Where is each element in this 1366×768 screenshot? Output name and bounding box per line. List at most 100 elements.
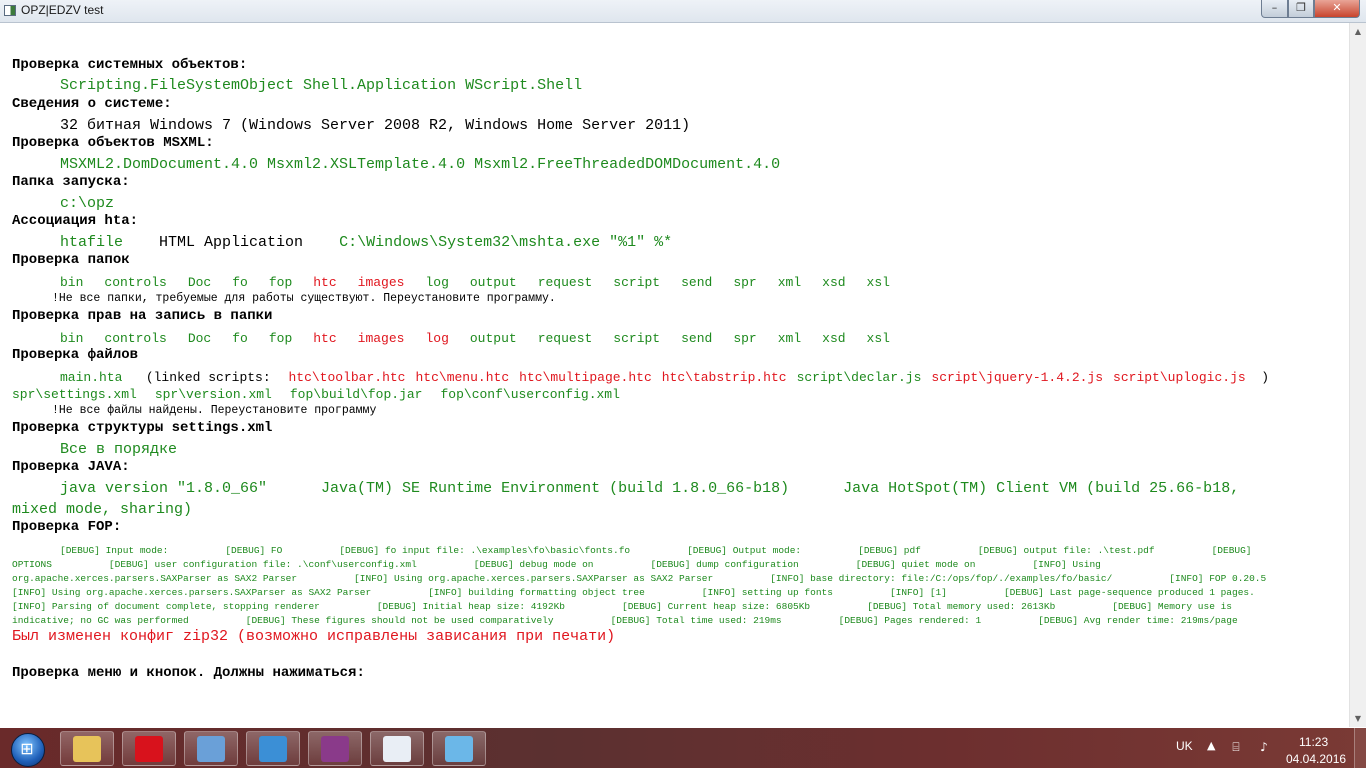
java-line-1: java version "1.8.0_66" Java(TM) SE Runt… [60, 480, 1240, 497]
other-files-list: spr\settings.xml spr\version.xml fop\build… [12, 387, 638, 402]
clock-date[interactable]: 04.04.2016 [1286, 752, 1346, 766]
language-indicator[interactable]: UK [1176, 739, 1193, 753]
checked-file: spr\version.xml [154, 387, 272, 402]
fop-log-line: OPTIONS [DEBUG] user configuration file:… [12, 559, 1101, 570]
close-button[interactable]: ✕ [1314, 0, 1360, 18]
folder-item: Doc [187, 275, 212, 290]
taskbar-button[interactable] [308, 731, 362, 766]
taskbar-button[interactable] [60, 731, 114, 766]
folder-item: xsl [866, 275, 890, 290]
taskbar-button[interactable] [432, 731, 486, 766]
fop-log-line: [DEBUG] Input mode: [DEBUG] FO [DEBUG] f… [60, 545, 1252, 556]
linked-script-file: script\declar.js [796, 370, 922, 385]
hta-desc: HTML Application [159, 234, 304, 251]
network-icon[interactable]: ⌸ [1229, 740, 1243, 754]
write-right-item: request [537, 331, 593, 346]
show-hidden-icons-icon[interactable]: ▲ [1207, 739, 1215, 752]
heading-fop: Проверка FOP: [12, 519, 122, 535]
winrar-icon [321, 736, 349, 762]
start-button[interactable]: ⊞ [3, 731, 51, 767]
folder-item: images [357, 275, 405, 290]
write-right-item: fo [232, 331, 248, 346]
write-right-item: log [425, 331, 449, 346]
folder-item: spr [733, 275, 757, 290]
write-right-item: images [357, 331, 405, 346]
minimize-button[interactable]: – [1261, 0, 1288, 18]
checked-file: fop\build\fop.jar [289, 387, 423, 402]
folder-item: send [681, 275, 713, 290]
heading-menu-check: Проверка меню и кнопок. Должны нажиматьс… [12, 665, 365, 681]
files-warning: !Не все файлы найдены. Переустановите пр… [52, 404, 377, 417]
fop-log-line: [INFO] Parsing of document complete, sto… [12, 601, 1232, 612]
window-title-bar[interactable]: OPZ|EDZV test – ❐ ✕ [0, 0, 1366, 23]
taskbar-button[interactable] [246, 731, 300, 766]
volume-icon[interactable]: ♪ [1257, 740, 1271, 754]
folders-list: bin controls Doc fo fop htc images log output req… [60, 275, 911, 290]
write-right-item: Doc [187, 331, 212, 346]
window-title: OPZ|EDZV test [21, 3, 104, 17]
heading-write-rights: Проверка прав на запись в папки [12, 308, 273, 324]
linked-scripts-close: ) [1261, 370, 1270, 385]
folder-item: xml [777, 275, 802, 290]
system-tools-icon [197, 736, 225, 762]
folders-warning: !Не все папки, требуемые для работы суще… [52, 292, 556, 305]
settings-value: Все в порядке [60, 441, 178, 458]
scroll-down-icon[interactable]: ▼ [1350, 710, 1366, 727]
folder-item: output [469, 275, 517, 290]
write-right-item: xml [777, 331, 802, 346]
heading-folders: Проверка папок [12, 252, 130, 268]
maximize-button[interactable]: ❐ [1288, 0, 1314, 18]
windows-flag-icon: ⊞ [20, 739, 34, 758]
vertical-scrollbar[interactable]: ▲ ▼ [1349, 23, 1366, 727]
taskbar-button[interactable] [184, 731, 238, 766]
fop-log-line: indicative; no GC was performed [DEBUG] … [12, 615, 1238, 626]
heading-sys-info: Сведения о системе: [12, 96, 172, 112]
folder-item: script [613, 275, 661, 290]
heading-hta: Ассоциация hta: [12, 213, 139, 229]
folder-item: fo [232, 275, 248, 290]
triangle-app-icon [259, 736, 287, 762]
linked-script-file: htc\menu.htc [415, 370, 510, 385]
linked-script-file: htc\tabstrip.htc [661, 370, 787, 385]
write-right-item: spr [733, 331, 757, 346]
heading-settings: Проверка структуры settings.xml [12, 420, 273, 436]
write-right-item: output [469, 331, 517, 346]
java-line-2: mixed mode, sharing) [12, 501, 193, 518]
write-right-item: xsd [822, 331, 846, 346]
folder-item: xsd [822, 275, 846, 290]
checked-file: spr\settings.xml [12, 387, 137, 402]
write-right-item: htc [313, 331, 337, 346]
msxml-value: MSXML2.DomDocument.4.0 Msxml2.XSLTemplat… [60, 156, 781, 173]
launch-folder-value: c:\opz [60, 195, 115, 212]
hta-window-icon [383, 736, 411, 762]
folder-item: htc [313, 275, 337, 290]
folder-item: fop [268, 275, 293, 290]
sys-objects-value: Scripting.FileSystemObject Shell.Applica… [60, 77, 583, 94]
linked-script-file: script\jquery-1.4.2.js [931, 370, 1104, 385]
write-right-item: script [613, 331, 661, 346]
zip-config-notice: Был изменен конфиг zip32 (возможно испра… [12, 628, 616, 645]
show-desktop-button[interactable] [1354, 728, 1366, 768]
heading-launch-folder: Папка запуска: [12, 174, 130, 190]
paint-icon [445, 736, 473, 762]
heading-java: Проверка JAVA: [12, 459, 130, 475]
heading-sys-objects: Проверка системных объектов: [12, 57, 248, 73]
fop-log-line: [INFO] Using org.apache.xerces.parsers.S… [12, 587, 1255, 598]
app-icon [4, 5, 16, 16]
write-right-item: controls [104, 331, 167, 346]
linked-script-file: htc\multipage.htc [519, 370, 652, 385]
taskbar-button[interactable] [370, 731, 424, 766]
checked-file: fop\conf\userconfig.xml [440, 387, 620, 402]
write-right-item: fop [268, 331, 293, 346]
explorer-icon [73, 736, 101, 762]
folder-item: request [537, 275, 593, 290]
scroll-up-icon[interactable]: ▲ [1350, 23, 1366, 40]
hta-type: htafile [60, 234, 124, 251]
linked-scripts-list: htc\toolbar.htc htc\menu.htc htc\multipage… [278, 370, 1253, 385]
files-main-line: main.hta (linked scripts: htc\toolbar.ht… [60, 370, 1269, 385]
write-right-item: xsl [866, 331, 890, 346]
hta-association: htafile HTML Application C:\Windows\Syst… [60, 234, 672, 251]
clock-time[interactable]: 11:23 [1299, 735, 1328, 749]
taskbar-button[interactable] [122, 731, 176, 766]
write-right-item: send [681, 331, 713, 346]
